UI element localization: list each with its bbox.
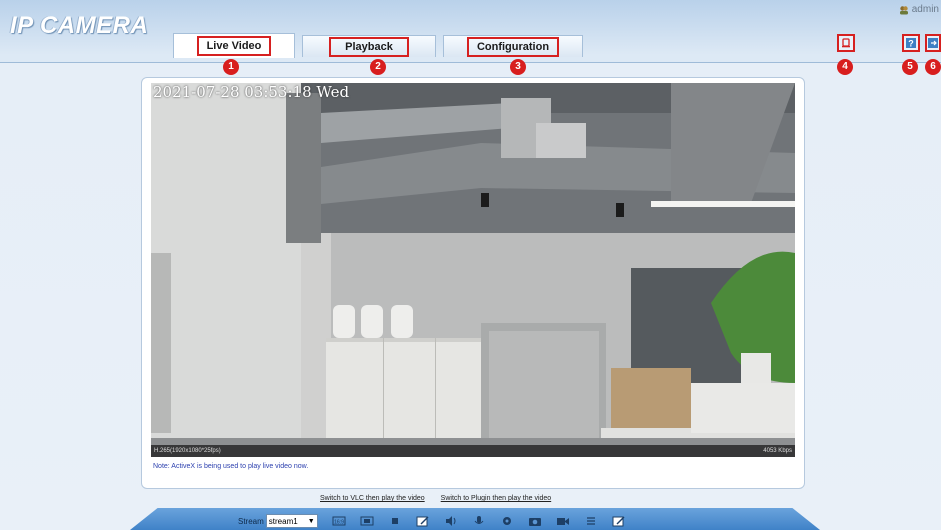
svg-text:?: ? bbox=[908, 39, 914, 49]
marker-1: 1 bbox=[223, 59, 239, 75]
codec-info: H.265(1920x1080*25fps) bbox=[154, 448, 221, 454]
video-toolbar: Stream stream1 ▼ 16:9 bbox=[130, 508, 820, 530]
tab-configuration-label: Configuration bbox=[466, 36, 560, 57]
bitrate: 4053 Kbps bbox=[763, 448, 792, 454]
snapshot-icon[interactable] bbox=[528, 515, 542, 527]
osd-timestamp: 2021-07-28 03:53:18 Wed bbox=[153, 83, 350, 101]
stream-select[interactable]: stream1 ▼ bbox=[265, 514, 318, 528]
stream-value: stream1 bbox=[268, 516, 298, 526]
aspect-ratio-icon[interactable]: 16:9 bbox=[332, 515, 346, 527]
marker-6: 6 bbox=[925, 59, 941, 75]
chevron-down-icon: ▼ bbox=[307, 517, 315, 525]
logout-icon[interactable] bbox=[925, 34, 941, 52]
help-icon[interactable]: ? bbox=[902, 34, 920, 52]
tab-live-video[interactable]: Live Video bbox=[173, 33, 295, 58]
svg-text:16:9: 16:9 bbox=[334, 520, 344, 526]
activex-note: Note: ActiveX is being used to play live… bbox=[153, 463, 309, 470]
username: admin bbox=[911, 4, 939, 15]
marker-3: 3 bbox=[510, 59, 526, 75]
tab-playback-label: Playback bbox=[329, 36, 409, 57]
user-icon bbox=[899, 5, 908, 14]
tab-live-video-label: Live Video bbox=[196, 36, 272, 56]
settings-icon[interactable] bbox=[500, 515, 514, 527]
marker-4: 4 bbox=[837, 59, 853, 75]
stop-icon[interactable] bbox=[388, 515, 402, 527]
tab-configuration[interactable]: Configuration bbox=[443, 35, 583, 57]
user-info: admin bbox=[899, 4, 939, 15]
fullscreen-icon[interactable] bbox=[360, 515, 374, 527]
header-bar: IP CAMERA Live Video Playback Configurat… bbox=[0, 0, 941, 75]
player-switch-links: Switch to VLC then play the video Switch… bbox=[320, 495, 551, 502]
live-video-view[interactable]: 2021-07-28 03:53:18 Wed H.265(1920x1080*… bbox=[151, 83, 795, 457]
logo: IP CAMERA bbox=[10, 12, 149, 39]
stream-label: Stream bbox=[238, 516, 264, 526]
alarm-icon[interactable] bbox=[837, 34, 855, 52]
edit-icon[interactable] bbox=[612, 515, 626, 527]
marker-5: 5 bbox=[902, 59, 918, 75]
tab-playback[interactable]: Playback bbox=[302, 35, 436, 57]
switch-vlc-link[interactable]: Switch to VLC then play the video bbox=[320, 495, 425, 502]
switch-plugin-link[interactable]: Switch to Plugin then play the video bbox=[441, 495, 552, 502]
record-edit-icon[interactable] bbox=[416, 515, 430, 527]
microphone-icon[interactable] bbox=[472, 515, 486, 527]
video-frame bbox=[151, 83, 795, 457]
volume-icon[interactable] bbox=[444, 515, 458, 527]
video-info-bar: H.265(1920x1080*25fps) 4053 Kbps bbox=[151, 445, 795, 457]
marker-2: 2 bbox=[370, 59, 386, 75]
list-icon[interactable] bbox=[584, 515, 598, 527]
video-record-icon[interactable] bbox=[556, 515, 570, 527]
